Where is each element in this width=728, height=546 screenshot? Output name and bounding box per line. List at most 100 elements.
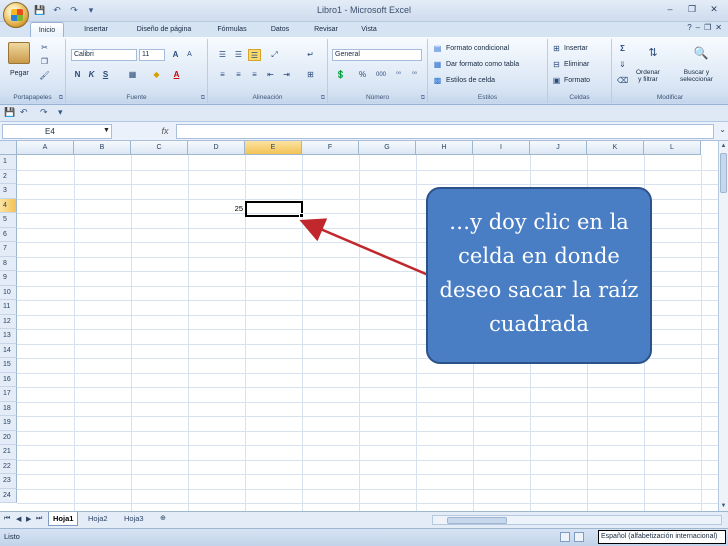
active-cell-e4[interactable]	[245, 201, 303, 217]
fill-icon[interactable]: ⇓	[616, 59, 629, 71]
format-painter-icon[interactable]: 🖌	[38, 70, 51, 82]
scroll-down-icon[interactable]: ▼	[719, 501, 728, 511]
thousands-button[interactable]: 000	[372, 69, 390, 81]
first-sheet-icon[interactable]: ⏮	[4, 515, 10, 523]
align-bottom-icon[interactable]: ☰	[248, 49, 261, 61]
redo-icon[interactable]: ↷	[40, 107, 48, 118]
next-sheet-icon[interactable]: ▶	[26, 515, 31, 523]
row-header[interactable]: 10	[0, 285, 17, 300]
increase-decimal-icon[interactable]: ⁰⁰	[392, 69, 405, 81]
row-header[interactable]: 9	[0, 271, 17, 286]
conditional-format-button[interactable]: Formato condicional	[446, 45, 509, 52]
row-header[interactable]: 14	[0, 343, 17, 358]
sheet-tab-hoja2[interactable]: Hoja2	[84, 512, 112, 526]
tab-vista[interactable]: Vista	[352, 22, 386, 37]
row-header[interactable]: 19	[0, 416, 17, 431]
cell-d4[interactable]: 25	[189, 202, 245, 216]
grow-font-icon[interactable]: A	[169, 49, 182, 61]
insert-sheet-icon[interactable]: ⊕	[160, 514, 166, 522]
normal-view-icon[interactable]	[560, 532, 570, 542]
number-format-select[interactable]: General	[332, 49, 422, 61]
minimize-button[interactable]: –	[660, 2, 680, 16]
page-layout-view-icon[interactable]	[574, 532, 584, 542]
dialog-launcher-icon[interactable]: ⧉	[321, 95, 325, 102]
align-left-icon[interactable]: ≡	[216, 69, 229, 81]
row-header[interactable]: 3	[0, 184, 17, 199]
paste-icon[interactable]	[8, 42, 30, 64]
align-center-icon[interactable]: ≡	[232, 69, 245, 81]
row-header[interactable]: 5	[0, 213, 17, 228]
scroll-thumb[interactable]	[720, 153, 727, 193]
help-icon[interactable]: ?	[687, 23, 691, 32]
row-header[interactable]: 18	[0, 401, 17, 416]
customize-icon[interactable]: ▾	[58, 107, 63, 118]
horizontal-scrollbar[interactable]	[432, 515, 722, 525]
restore-button[interactable]: ❐	[682, 2, 702, 16]
font-color-icon[interactable]: A	[170, 69, 183, 81]
cut-icon[interactable]: ✂	[38, 42, 51, 54]
tab-formulas[interactable]: Fórmulas	[208, 22, 256, 37]
bold-button[interactable]: N	[71, 69, 84, 81]
insert-button[interactable]: Insertar	[564, 45, 588, 52]
row-header[interactable]: 6	[0, 227, 17, 242]
tab-diseno-pagina[interactable]: Diseño de página	[124, 22, 204, 37]
ribbon-restore-icon[interactable]: ❐	[704, 23, 711, 32]
font-size-select[interactable]: 11	[139, 49, 165, 61]
column-header[interactable]: D	[188, 141, 245, 155]
cell-styles-button[interactable]: Estilos de celda	[446, 77, 495, 84]
tab-insertar[interactable]: Insertar	[72, 22, 120, 37]
tab-datos[interactable]: Datos	[262, 22, 298, 37]
column-header[interactable]: K	[587, 141, 644, 155]
italic-button[interactable]: K	[85, 69, 98, 81]
column-header[interactable]: H	[416, 141, 473, 155]
sort-filter-icon[interactable]: ⇅	[642, 42, 664, 64]
delete-button[interactable]: Eliminar	[564, 61, 589, 68]
save-icon[interactable]: 💾	[4, 107, 15, 118]
sheet-tab-hoja1[interactable]: Hoja1	[48, 512, 79, 526]
row-header[interactable]: 12	[0, 314, 17, 329]
format-button[interactable]: Formato	[564, 77, 590, 84]
row-header[interactable]: 21	[0, 445, 17, 460]
column-header[interactable]: B	[74, 141, 131, 155]
column-header[interactable]: I	[473, 141, 530, 155]
row-header[interactable]: 20	[0, 430, 17, 445]
format-as-table-button[interactable]: Dar formato como tabla	[446, 61, 519, 68]
row-header[interactable]: 23	[0, 474, 17, 489]
row-header[interactable]: 7	[0, 242, 17, 257]
decrease-decimal-icon[interactable]: ⁰⁰	[408, 69, 421, 81]
row-header[interactable]: 22	[0, 459, 17, 474]
autosum-button[interactable]: Σ	[616, 43, 629, 55]
ribbon-minimize-icon[interactable]: –	[696, 23, 700, 32]
currency-icon[interactable]: 💲	[334, 69, 347, 81]
shrink-font-icon[interactable]: A	[183, 49, 196, 61]
expand-formula-icon[interactable]: ⌄	[719, 125, 726, 134]
column-header[interactable]: C	[131, 141, 188, 155]
column-header[interactable]: J	[530, 141, 587, 155]
prev-sheet-icon[interactable]: ◀	[16, 515, 21, 523]
row-header[interactable]: 15	[0, 358, 17, 373]
align-middle-icon[interactable]: ☰	[232, 49, 245, 61]
fill-color-icon[interactable]: ◆	[150, 69, 163, 81]
align-right-icon[interactable]: ≡	[248, 69, 261, 81]
column-header[interactable]: A	[17, 141, 74, 155]
name-box[interactable]: E4	[2, 124, 112, 139]
copy-icon[interactable]: ❐	[38, 56, 51, 68]
wrap-text-icon[interactable]: ↵	[304, 49, 317, 61]
dialog-launcher-icon[interactable]: ⧉	[421, 95, 425, 102]
scroll-up-icon[interactable]: ▲	[719, 141, 728, 151]
borders-icon[interactable]: ▦	[126, 69, 139, 81]
column-header[interactable]: F	[302, 141, 359, 155]
underline-button[interactable]: S	[99, 69, 112, 81]
chevron-down-icon[interactable]: ▼	[103, 127, 110, 134]
increase-indent-icon[interactable]: ⇥	[280, 69, 293, 81]
select-all-corner[interactable]	[0, 141, 17, 155]
row-header[interactable]: 8	[0, 256, 17, 271]
column-header[interactable]: E	[245, 141, 302, 155]
font-name-select[interactable]: Calibri	[71, 49, 137, 61]
orientation-icon[interactable]: ⤢	[268, 49, 281, 61]
fill-handle[interactable]	[299, 213, 304, 218]
sort-filter-button[interactable]: Ordenar y filtrar	[636, 69, 660, 83]
scroll-thumb[interactable]	[447, 517, 507, 524]
row-header[interactable]: 2	[0, 169, 17, 184]
align-top-icon[interactable]: ☰	[216, 49, 229, 61]
